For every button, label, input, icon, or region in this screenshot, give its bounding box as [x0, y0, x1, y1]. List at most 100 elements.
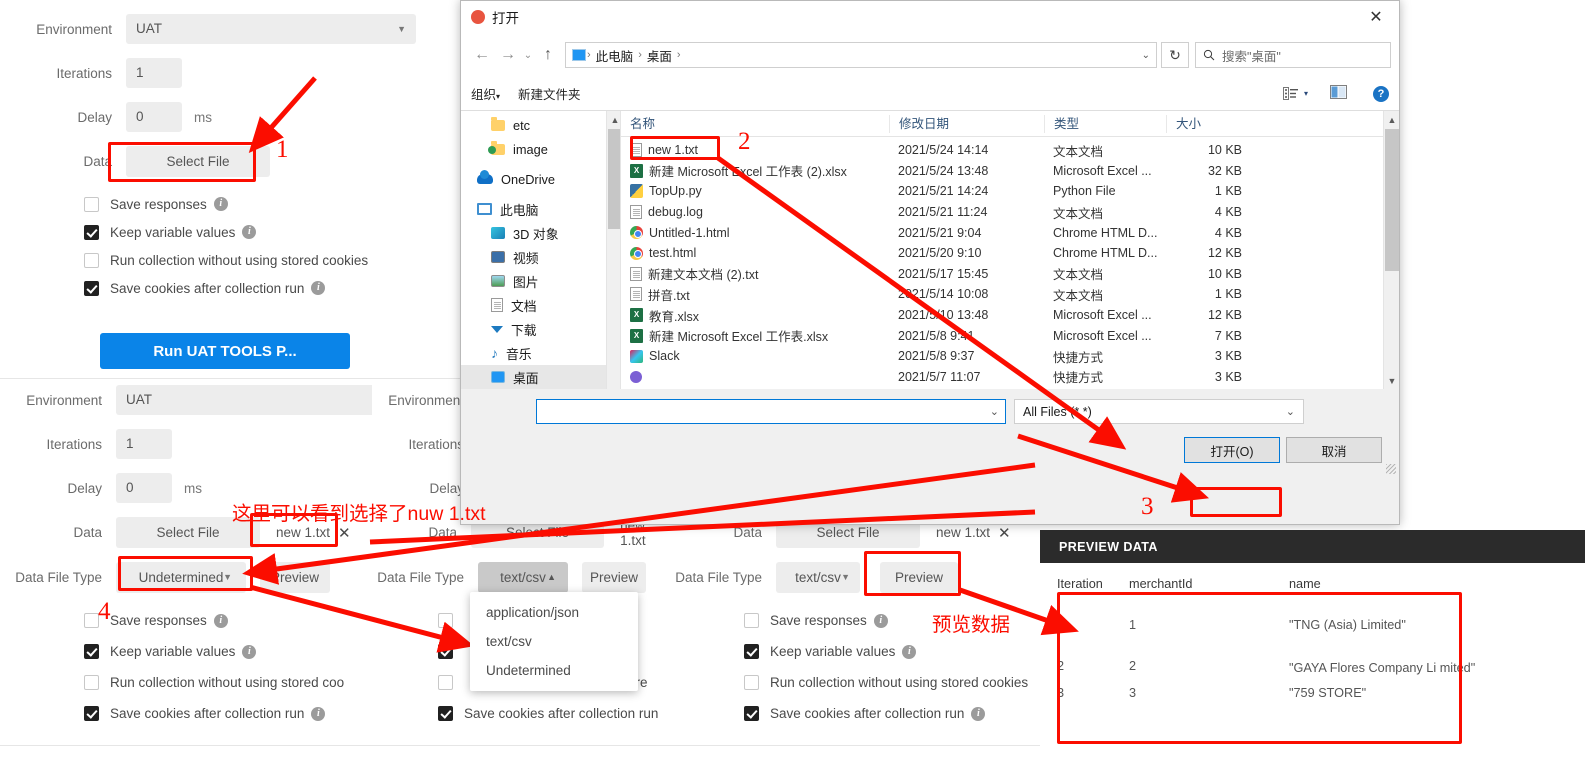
checkbox-box[interactable] [744, 675, 759, 690]
new-folder-button[interactable]: 新建文件夹 [518, 84, 581, 103]
checkbox-box[interactable] [84, 252, 99, 268]
checkbox-save-cookies[interactable]: Save cookies after collection run i [744, 698, 1028, 729]
scroll-down-icon[interactable]: ▼ [1384, 372, 1399, 389]
help-button[interactable]: ? [1373, 85, 1389, 102]
table-row[interactable]: 新建文本文档 (2).txt 2021/5/17 15:45 文本文档 10 K… [621, 264, 1399, 285]
checkbox-box[interactable] [84, 644, 99, 659]
address-bar[interactable]: › 此电脑 › 桌面 › ⌄ [565, 42, 1157, 68]
iterations-input[interactable]: 1 [116, 429, 172, 459]
checkbox-run-without-cookies[interactable]: Run collection without using stored cook… [744, 667, 1028, 698]
checkbox-box[interactable] [84, 675, 99, 690]
checkbox-box[interactable] [438, 675, 453, 690]
column-header-name[interactable]: 名称 [621, 115, 889, 133]
checkbox-save-cookies[interactable]: Save cookies after collection run i [84, 698, 344, 729]
checkbox-save-responses[interactable]: Save responses i [84, 605, 344, 636]
iterations-input[interactable]: 1 [126, 58, 182, 88]
table-row[interactable]: 拼音.txt 2021/5/14 10:08 文本文档 1 KB [621, 284, 1399, 305]
nav-item-music[interactable]: ♪ 音乐 [461, 341, 620, 365]
checkbox-keep-variable-values[interactable]: Keep variable values i [84, 636, 344, 667]
nav-item-image[interactable]: image [461, 137, 620, 161]
clear-file-icon[interactable]: ✕ [998, 524, 1011, 542]
dropdown-option-undetermined[interactable]: Undetermined [470, 656, 638, 685]
table-row[interactable]: TopUp.py 2021/5/21 14:24 Python File 1 K… [621, 181, 1399, 202]
nav-item-this-pc[interactable]: 此电脑 [461, 197, 620, 221]
info-icon[interactable]: i [213, 197, 228, 211]
back-icon[interactable]: ← [469, 42, 495, 68]
run-collection-button[interactable]: Run UAT TOOLS P... [100, 333, 350, 369]
table-row[interactable]: 2021/5/7 11:07 快捷方式 3 KB [621, 367, 1399, 388]
table-row[interactable]: X 新建 Microsoft Excel 工作表.xlsx 2021/5/8 9:… [621, 325, 1399, 346]
environment-select[interactable]: UAT [116, 385, 406, 415]
file-name-input[interactable]: ⌄ [536, 399, 1006, 424]
info-icon[interactable]: i [311, 281, 326, 295]
column-header-type[interactable]: 类型 [1044, 114, 1166, 133]
table-row[interactable]: test.html 2021/5/20 9:10 Chrome HTML D..… [621, 243, 1399, 264]
nav-item-videos[interactable]: 视频 [461, 245, 620, 269]
file-list-scrollbar[interactable]: ▲ ▼ [1383, 111, 1399, 389]
view-options-button[interactable]: ▾ [1282, 87, 1308, 100]
checkbox-box[interactable] [84, 196, 99, 212]
table-row[interactable]: Slack 2021/5/8 9:37 快捷方式 3 KB [621, 346, 1399, 367]
checkbox-box[interactable] [438, 706, 453, 721]
checkbox-save-cookies[interactable]: Save cookies after collection run i [84, 274, 368, 302]
table-row[interactable]: X 新建 Microsoft Excel 工作表 (2).xlsx 2021/5/… [621, 161, 1399, 182]
recent-locations-icon[interactable]: ⌄ [521, 42, 535, 68]
close-icon[interactable]: ✕ [1353, 1, 1399, 33]
info-icon[interactable]: i [873, 613, 888, 628]
preview-pane-button[interactable] [1330, 85, 1347, 102]
organize-button[interactable]: 组织▾ [471, 84, 500, 103]
dropdown-option-text-csv[interactable]: text/csv [470, 627, 638, 656]
column-header-modified[interactable]: 修改日期 [889, 114, 1044, 133]
table-row[interactable]: Untitled-1.html 2021/5/21 9:04 Chrome HT… [621, 222, 1399, 243]
checkbox-box[interactable] [744, 706, 759, 721]
preview-button[interactable]: Preview [260, 562, 330, 593]
scrollbar-thumb[interactable] [608, 129, 620, 229]
data-file-type-select[interactable]: text/csv ▲ [478, 562, 568, 593]
nav-item-pictures[interactable]: 图片 [461, 269, 620, 293]
data-file-type-dropdown-menu[interactable]: application/json text/csv Undetermined [470, 592, 638, 691]
preview-button[interactable]: Preview [880, 562, 958, 593]
delay-input[interactable]: 0 [126, 102, 182, 132]
checkbox-box[interactable] [744, 613, 759, 628]
info-icon[interactable]: i [311, 706, 326, 721]
checkbox-run-without-cookies[interactable]: Run collection without using stored cook… [84, 246, 368, 274]
cancel-button[interactable]: 取消 [1286, 437, 1382, 463]
checkbox-save-responses[interactable]: Save responses i [84, 190, 368, 218]
scrollbar-thumb[interactable] [1385, 129, 1399, 271]
file-type-filter-select[interactable]: All Files (*.*) ⌄ [1014, 399, 1304, 424]
checkbox-box[interactable] [84, 224, 99, 240]
dropdown-option-application-json[interactable]: application/json [470, 598, 638, 627]
info-icon[interactable]: i [242, 644, 257, 659]
search-box[interactable]: 搜索"桌面" [1195, 42, 1391, 68]
data-file-type-select[interactable]: Undetermined ▼ [116, 562, 246, 593]
nav-item-downloads[interactable]: 下载 [461, 317, 620, 341]
checkbox-run-without-cookies[interactable]: Run collection without using stored coo [84, 667, 344, 698]
info-icon[interactable]: i [242, 225, 257, 239]
nav-pane-scrollbar[interactable]: ▲ [606, 111, 620, 389]
table-row[interactable]: debug.log 2021/5/21 11:24 文本文档 4 KB [621, 202, 1399, 223]
scroll-up-icon[interactable]: ▲ [607, 111, 620, 128]
chevron-down-icon[interactable]: ⌄ [990, 405, 999, 418]
breadcrumb-this-pc[interactable]: 此电脑 [592, 46, 638, 65]
checkbox-box[interactable] [438, 644, 453, 659]
scroll-up-icon[interactable]: ▲ [1384, 111, 1399, 128]
environment-select[interactable]: UAT ▼ [126, 14, 416, 44]
checkbox-box[interactable] [84, 280, 99, 296]
checkbox-box[interactable] [438, 613, 453, 628]
nav-item-desktop[interactable]: 桌面 [461, 365, 620, 389]
clear-file-icon[interactable]: ✕ [338, 524, 351, 542]
delay-input[interactable]: 0 [116, 473, 172, 503]
info-icon[interactable]: i [213, 613, 228, 628]
column-header-size[interactable]: 大小 [1166, 114, 1256, 133]
resize-grip-icon[interactable] [1386, 464, 1396, 474]
up-icon[interactable]: ↑ [535, 42, 561, 68]
nav-item-onedrive[interactable]: OneDrive [461, 167, 620, 191]
table-row[interactable]: X 教育.xlsx 2021/5/10 13:48 Microsoft Excel… [621, 305, 1399, 326]
data-file-type-select[interactable]: text/csv ▼ [776, 562, 860, 593]
checkbox-box[interactable] [84, 613, 99, 628]
open-button[interactable]: 打开(O) [1184, 437, 1280, 463]
select-file-button[interactable]: Select File [126, 146, 270, 177]
chevron-down-icon[interactable]: ⌄ [1142, 50, 1150, 61]
breadcrumb-desktop[interactable]: 桌面 [643, 46, 676, 65]
info-icon[interactable]: i [971, 706, 986, 721]
